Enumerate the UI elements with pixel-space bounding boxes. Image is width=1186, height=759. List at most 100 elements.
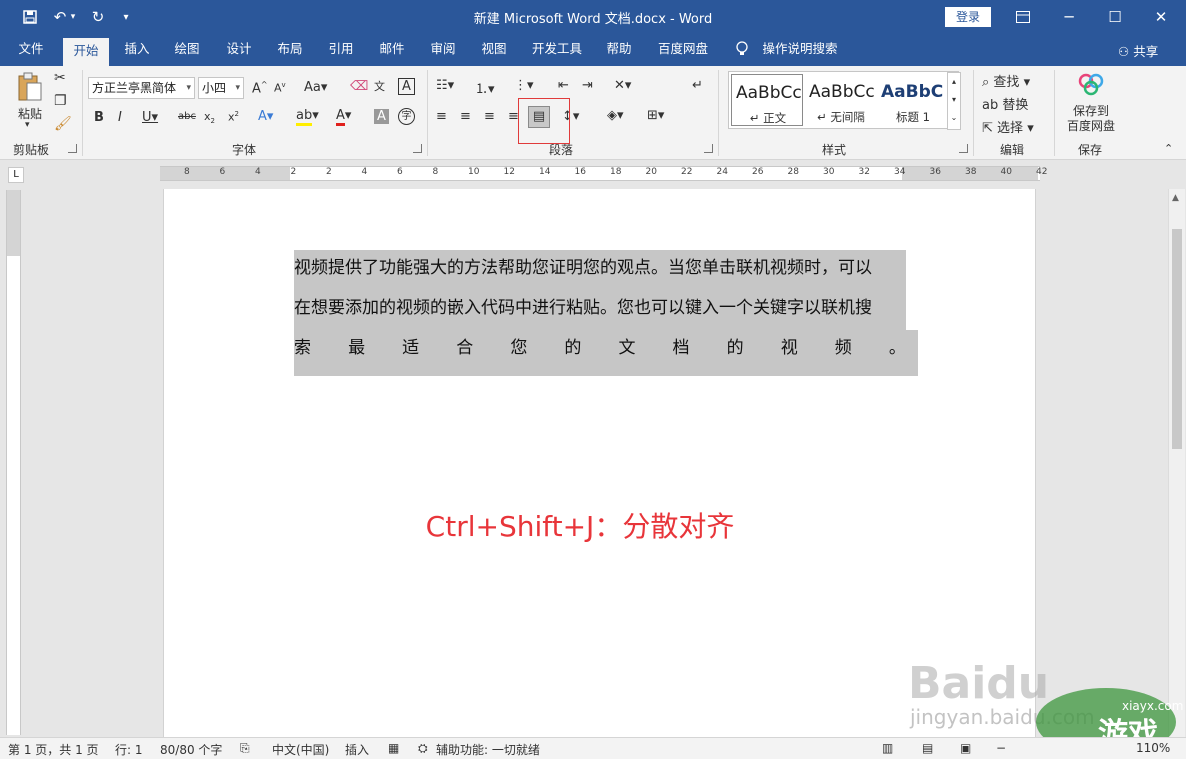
styles-launcher-icon[interactable] <box>959 144 968 153</box>
undo-dropdown-icon[interactable]: ▾ <box>66 0 80 34</box>
tell-me-search[interactable]: 操作说明搜索 <box>760 34 840 66</box>
paste-dropdown-icon[interactable]: ▾ <box>25 120 30 130</box>
minimize-icon[interactable]: ─ <box>1046 0 1092 34</box>
shrink-font-icon[interactable]: Av <box>274 81 286 95</box>
tab-layout[interactable]: 布局 <box>269 34 311 66</box>
proofing-icon[interactable]: ⎘ <box>240 741 250 756</box>
tab-help[interactable]: 帮助 <box>598 34 640 66</box>
chinese-layout-icon[interactable]: ✕▾ <box>614 78 631 93</box>
numbering-icon[interactable]: ⒈▾ <box>475 78 495 97</box>
word-count[interactable]: 80/80 个字 <box>160 741 222 758</box>
italic-icon[interactable]: I <box>118 110 122 125</box>
save-icon[interactable] <box>16 0 44 34</box>
character-shading-icon[interactable]: A <box>374 109 389 124</box>
document-line[interactable]: 在想要添加的视频的嵌入代码中进行粘贴。您也可以键入一个关键字以联机搜 <box>294 288 906 328</box>
replace-button[interactable]: ab 替换 <box>982 94 1028 113</box>
subscript-icon[interactable]: x2 <box>204 110 215 125</box>
web-layout-icon[interactable]: ▣ <box>960 741 971 755</box>
tab-insert[interactable]: 插入 <box>116 34 158 66</box>
print-layout-icon[interactable]: ▤ <box>922 741 933 755</box>
tab-file[interactable]: 文件 <box>10 34 52 66</box>
font-launcher-icon[interactable] <box>413 144 422 153</box>
phonetic-guide-icon[interactable]: 文 <box>374 78 385 94</box>
enclose-characters-icon[interactable]: 字 <box>398 108 415 125</box>
styles-scroll-icon[interactable]: ▴ ▾ ⌄ <box>947 72 961 130</box>
zoom-out-icon[interactable]: − <box>996 741 1006 755</box>
align-center-icon[interactable]: ≡ <box>460 109 471 124</box>
font-color-icon[interactable]: A▾ <box>336 108 351 126</box>
tab-selector[interactable]: L <box>8 167 24 183</box>
borders-icon[interactable]: ⊞▾ <box>647 108 664 123</box>
bullets-icon[interactable]: ☷▾ <box>436 78 454 93</box>
close-icon[interactable]: ✕ <box>1138 0 1184 34</box>
style-no-spacing[interactable]: AaBbCcI ↵ 无间隔 <box>805 74 877 126</box>
find-button[interactable]: ⌕ 查找 ▾ <box>982 71 1030 90</box>
accessibility-status[interactable]: 辅助功能: 一切就绪 <box>436 741 540 758</box>
multilevel-list-icon[interactable]: ⋮▾ <box>514 78 534 93</box>
tab-home[interactable]: 开始 <box>63 38 109 66</box>
bold-icon[interactable]: B <box>94 110 104 125</box>
paste-label[interactable]: 粘贴 <box>15 105 45 122</box>
accessibility-icon[interactable]: ⛭ <box>418 741 428 756</box>
macro-icon[interactable]: ▦ <box>388 741 399 755</box>
show-formatting-marks-icon[interactable]: ↵ <box>692 78 703 93</box>
highlight-color-icon[interactable]: ab▾ <box>296 108 319 126</box>
vertical-ruler[interactable] <box>6 190 21 735</box>
vertical-scrollbar[interactable]: ▲ <box>1168 189 1185 737</box>
tab-view[interactable]: 视图 <box>473 34 515 66</box>
shading-icon[interactable]: ◈▾ <box>607 108 624 123</box>
text-effects-icon[interactable]: A▾ <box>258 109 273 124</box>
document-line[interactable]: 视频提供了功能强大的方法帮助您证明您的观点。当您单击联机视频时，可以 <box>294 248 906 288</box>
share-button[interactable]: ⚇ 共享 <box>1118 41 1158 60</box>
tab-baidu-netdisk[interactable]: 百度网盘 <box>652 34 714 66</box>
increase-indent-icon[interactable]: ⇥ <box>582 78 593 93</box>
redo-icon[interactable]: ↻ <box>84 0 112 34</box>
select-button[interactable]: ⇱ 选择 ▾ <box>982 117 1034 136</box>
font-size-select[interactable]: 小四 ▾ <box>198 77 244 99</box>
underline-icon[interactable]: U▾ <box>142 110 158 125</box>
paragraph-launcher-icon[interactable] <box>704 144 713 153</box>
read-mode-icon[interactable]: ▥ <box>882 741 893 755</box>
style-heading-1[interactable]: AaBbC 标题 1 <box>877 74 949 126</box>
customize-quick-access-icon[interactable]: ▾ <box>112 0 140 34</box>
grow-font-icon[interactable]: A^ <box>252 80 268 96</box>
zoom-level[interactable]: 110% <box>1136 741 1170 755</box>
login-button[interactable]: 登录 <box>945 7 991 27</box>
change-case-icon[interactable]: Aa▾ <box>304 80 327 95</box>
save-to-netdisk-button[interactable]: 保存到 百度网盘 <box>1062 104 1120 134</box>
tab-developer[interactable]: 开发工具 <box>526 34 588 66</box>
tab-design[interactable]: 设计 <box>218 34 260 66</box>
superscript-icon[interactable]: x2 <box>228 110 239 124</box>
decrease-indent-icon[interactable]: ⇤ <box>558 78 569 93</box>
copy-icon[interactable]: ❐ <box>54 93 67 109</box>
character-border-icon[interactable]: A <box>398 78 415 95</box>
paste-icon[interactable] <box>15 72 45 104</box>
clipboard-launcher-icon[interactable] <box>68 144 77 153</box>
align-left-icon[interactable]: ≡ <box>436 109 447 124</box>
scrollbar-thumb[interactable] <box>1172 229 1182 449</box>
language[interactable]: 中文(中国) <box>272 741 329 758</box>
tab-review[interactable]: 审阅 <box>422 34 464 66</box>
align-right-icon[interactable]: ≡ <box>484 109 495 124</box>
insert-mode[interactable]: 插入 <box>345 741 369 758</box>
ribbon-display-options-icon[interactable] <box>1000 0 1046 34</box>
font-name-select[interactable]: 方正兰亭黑简体 ▾ <box>88 77 195 99</box>
cut-icon[interactable]: ✂ <box>54 70 66 86</box>
line-number[interactable]: 行: 1 <box>115 741 143 758</box>
collapse-ribbon-icon[interactable]: ⌃ <box>1164 142 1173 155</box>
tab-mailings[interactable]: 邮件 <box>371 34 413 66</box>
clear-formatting-icon[interactable]: ⌫ <box>350 79 368 94</box>
document-line-distributed[interactable]: 索 最 适 合 您 的 文 档 的 视 频 。 <box>294 328 906 368</box>
tab-draw[interactable]: 绘图 <box>166 34 208 66</box>
ruler-number: 6 <box>219 167 226 177</box>
style-normal[interactable]: AaBbCcI ↵ 正文 <box>731 74 803 126</box>
strikethrough-icon[interactable]: abc <box>178 111 196 122</box>
horizontal-ruler[interactable]: 8 6 4 2 2 4 6 8 10 12 14 16 18 20 22 24 26 28 30 32 34 36 38 40… <box>160 166 1047 181</box>
format-painter-icon[interactable]: 🖌 <box>54 116 72 132</box>
tab-references[interactable]: 引用 <box>320 34 362 66</box>
maximize-icon[interactable]: ☐ <box>1092 0 1138 34</box>
scroll-up-icon[interactable]: ▲ <box>1172 193 1179 203</box>
status-bar: 第 1 页，共 1 页 行: 1 80/80 个字 ⎘ 中文(中国) 插入 ▦ … <box>0 737 1186 759</box>
baidu-netdisk-icon[interactable] <box>1076 72 1106 98</box>
page-count[interactable]: 第 1 页，共 1 页 <box>8 741 99 758</box>
